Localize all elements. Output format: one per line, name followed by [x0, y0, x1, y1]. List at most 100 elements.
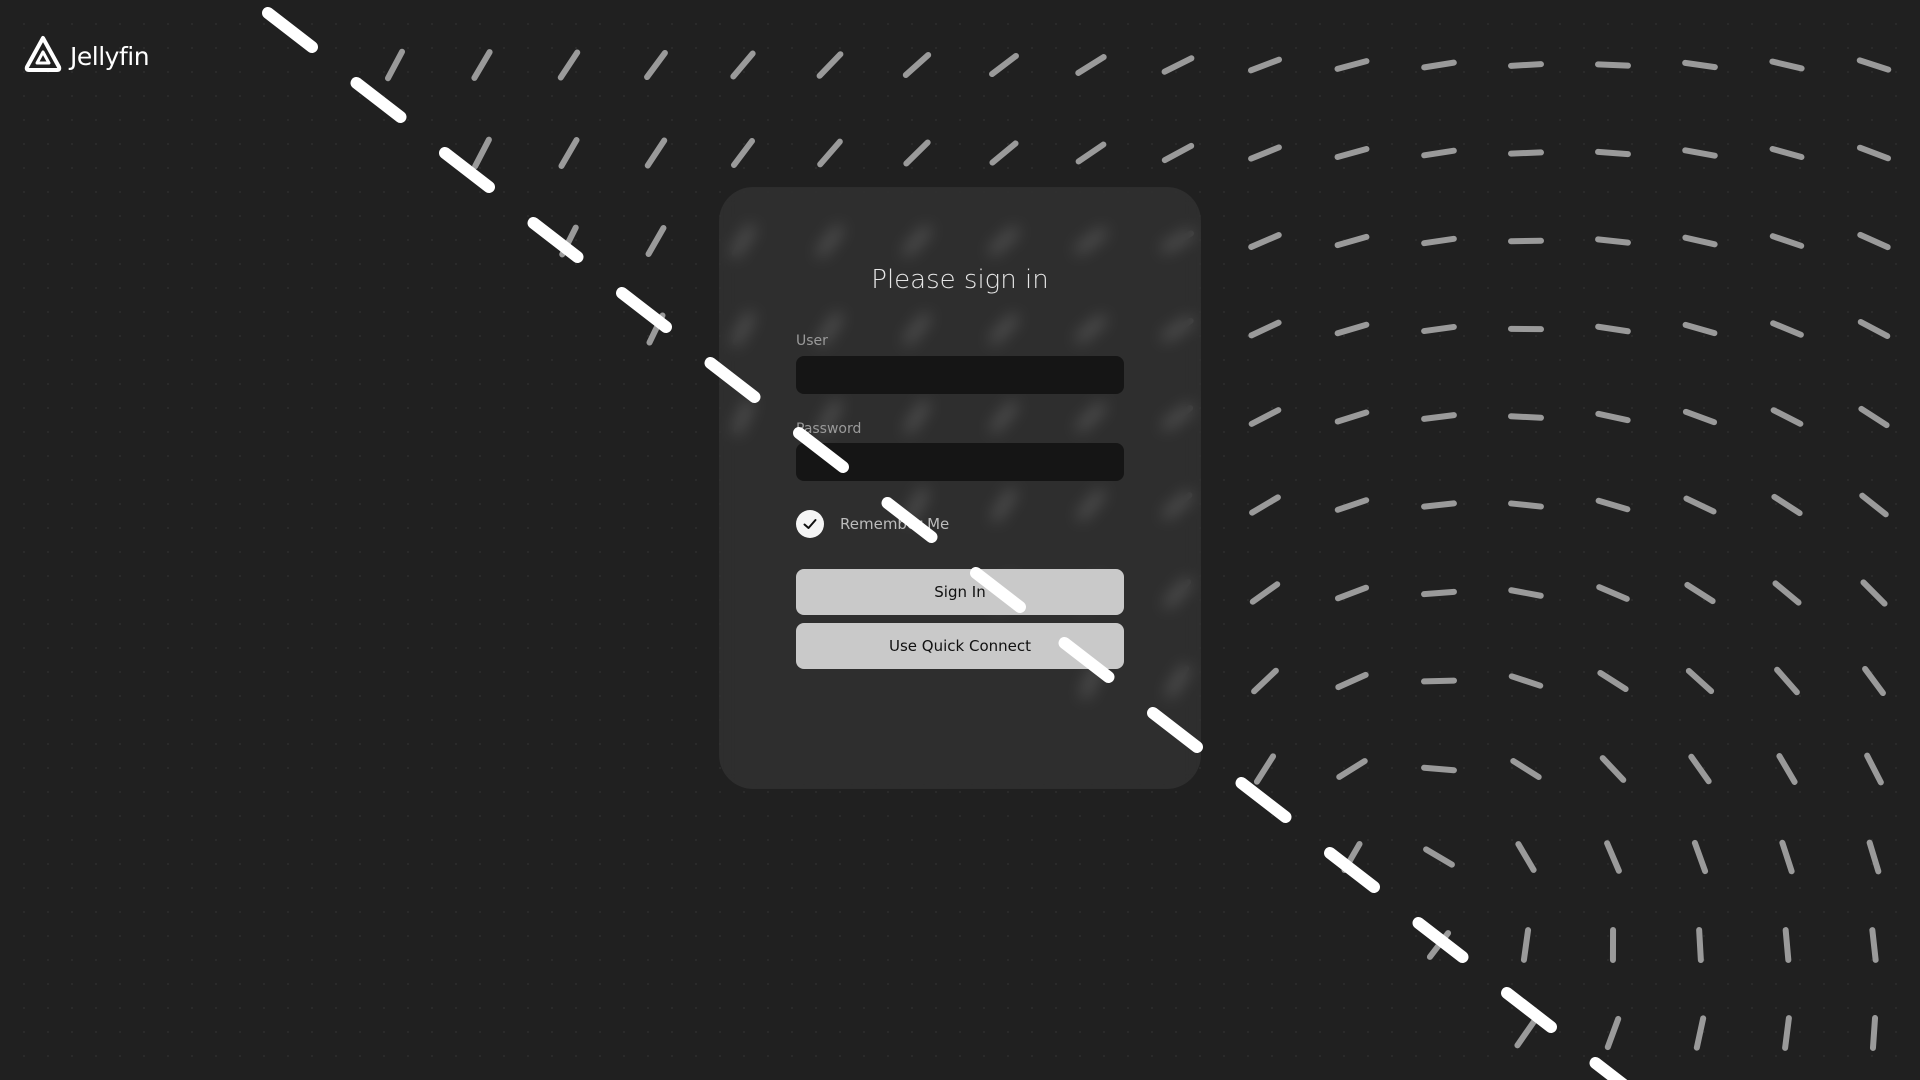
- background-dot: [71, 791, 73, 793]
- background-dot: [479, 863, 481, 865]
- sign-in-button[interactable]: Sign In: [796, 569, 1124, 615]
- background-dot: [71, 599, 73, 601]
- background-dot: [143, 191, 145, 193]
- background-dot: [551, 143, 553, 145]
- background-dot: [1607, 791, 1609, 793]
- background-dot: [647, 47, 649, 49]
- background-dot: [1823, 767, 1825, 769]
- background-dot: [335, 239, 337, 241]
- background-dot: [1391, 71, 1393, 73]
- background-dot: [1751, 47, 1753, 49]
- background-dot: [479, 983, 481, 985]
- background-dot: [1631, 983, 1633, 985]
- background-dot: [1799, 167, 1801, 169]
- quick-connect-button[interactable]: Use Quick Connect: [796, 623, 1124, 669]
- background-dot: [71, 239, 73, 241]
- background-dot: [623, 671, 625, 673]
- background-dot: [167, 623, 169, 625]
- background-dot: [431, 527, 433, 529]
- background-dot: [863, 839, 865, 841]
- remember-me-checkbox[interactable]: [796, 510, 824, 538]
- background-dot: [1583, 215, 1585, 217]
- background-dot: [167, 887, 169, 889]
- background-dot: [1319, 815, 1321, 817]
- background-dot: [1295, 239, 1297, 241]
- background-dot: [527, 455, 529, 457]
- password-input[interactable]: [796, 443, 1124, 481]
- background-dot: [95, 647, 97, 649]
- background-dot: [527, 1055, 529, 1057]
- background-dot: [623, 695, 625, 697]
- background-dot: [1199, 1055, 1201, 1057]
- background-dot: [143, 719, 145, 721]
- background-dot: [1727, 767, 1729, 769]
- background-dot: [1319, 455, 1321, 457]
- background-dot: [215, 839, 217, 841]
- background-dot: [239, 239, 241, 241]
- background-dot: [1439, 479, 1441, 481]
- background-dot: [503, 743, 505, 745]
- background-dot: [1679, 71, 1681, 73]
- background-dot: [1175, 959, 1177, 961]
- background-dot: [671, 71, 673, 73]
- background-dot: [119, 335, 121, 337]
- background-dot: [1439, 407, 1441, 409]
- background-dot: [1823, 359, 1825, 361]
- background-dot: [887, 119, 889, 121]
- background-dot: [215, 383, 217, 385]
- background-dot: [1175, 167, 1177, 169]
- background-dot: [215, 575, 217, 577]
- background-dot: [1895, 1055, 1897, 1057]
- background-dot: [191, 47, 193, 49]
- background-dot: [359, 575, 361, 577]
- background-dash: [1251, 667, 1279, 695]
- user-input[interactable]: [796, 356, 1124, 394]
- background-dot: [479, 239, 481, 241]
- background-dot: [1223, 887, 1225, 889]
- background-dot: [23, 575, 25, 577]
- background-dot: [1847, 911, 1849, 913]
- background-dot: [215, 431, 217, 433]
- background-dot: [839, 959, 841, 961]
- background-dot: [1343, 143, 1345, 145]
- background-dot: [1103, 959, 1105, 961]
- background-dot: [1511, 95, 1513, 97]
- background-dot: [1439, 743, 1441, 745]
- background-dot: [1823, 599, 1825, 601]
- background-dot: [671, 911, 673, 913]
- background-dot: [71, 1031, 73, 1033]
- background-dot: [1655, 455, 1657, 457]
- app-logo[interactable]: Jellyfin: [24, 36, 150, 76]
- remember-me-option[interactable]: Remember Me: [796, 510, 949, 538]
- background-dot: [1631, 1055, 1633, 1057]
- background-dot: [287, 743, 289, 745]
- background-dash: [1247, 56, 1283, 74]
- background-dot: [71, 311, 73, 313]
- background-dot: [455, 839, 457, 841]
- background-dot: [695, 335, 697, 337]
- background-dot: [575, 167, 577, 169]
- background-dot: [95, 935, 97, 937]
- background-dot: [719, 143, 721, 145]
- background-dot: [1295, 407, 1297, 409]
- background-dot: [1223, 935, 1225, 937]
- background-dot: [1895, 1031, 1897, 1033]
- background-dot: [887, 911, 889, 913]
- background-dot: [191, 1055, 193, 1057]
- background-dot: [1439, 191, 1441, 193]
- background-dot: [23, 143, 25, 145]
- background-dot: [1703, 311, 1705, 313]
- background-dot: [1007, 47, 1009, 49]
- background-dot: [383, 719, 385, 721]
- background-dot: [1367, 551, 1369, 553]
- background-dot: [1847, 935, 1849, 937]
- background-dot: [143, 311, 145, 313]
- background-dot: [1823, 23, 1825, 25]
- background-dot: [815, 935, 817, 937]
- background-dot: [263, 743, 265, 745]
- background-dot: [1463, 503, 1465, 505]
- background-dot: [1319, 983, 1321, 985]
- background-dot: [1319, 1031, 1321, 1033]
- background-dot: [575, 935, 577, 937]
- background-dot: [215, 95, 217, 97]
